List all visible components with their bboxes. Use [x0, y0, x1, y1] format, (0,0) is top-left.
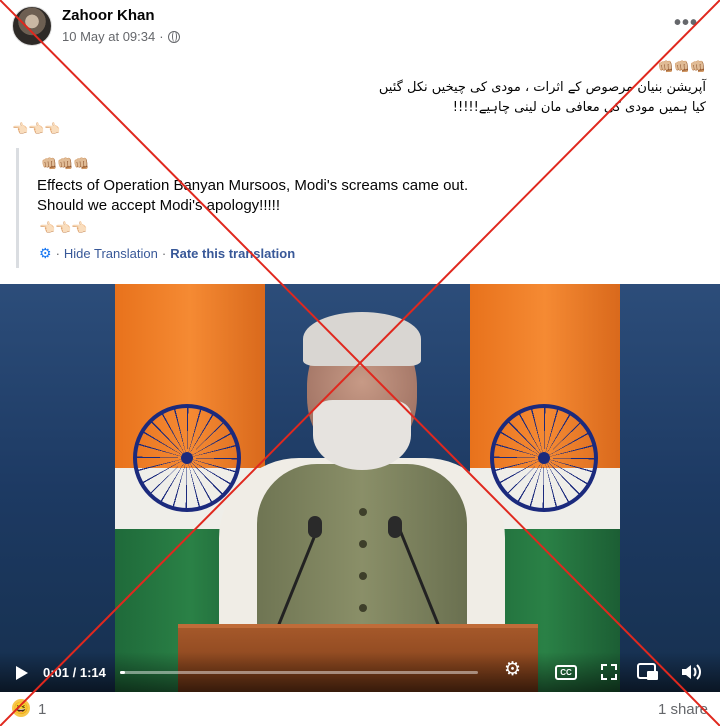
video-player[interactable]: 0:01 / 1:14 ⚙ CC [0, 284, 720, 692]
hide-translation-link[interactable]: Hide Translation [64, 246, 158, 261]
picture-in-picture-icon[interactable] [637, 662, 659, 682]
pointing-emoji-row: 👈🏻👈🏻👈🏻 [12, 121, 61, 136]
post-header: Zahoor Khan 10 May at 09:34 · ••• [0, 0, 720, 56]
link-separator-2: · [161, 246, 167, 261]
urdu-emoji: 👊🏼👊🏼👊🏼 [657, 60, 706, 75]
video-time: 0:01 / 1:14 [43, 665, 106, 680]
translation-block: 👊🏼👊🏼👊🏼 Effects of Operation Banyan Murso… [16, 148, 576, 268]
reaction-count[interactable]: 1 [38, 701, 46, 718]
duration: 1:14 [79, 665, 106, 680]
gear-icon[interactable]: ⚙ [504, 658, 521, 680]
post-meta: 10 May at 09:34 · [62, 29, 180, 44]
more-options-button[interactable]: ••• [674, 12, 698, 35]
globe-icon [167, 30, 180, 43]
timestamp[interactable]: 10 May at 09:34 [62, 29, 155, 44]
gear-icon: ⚙ [39, 245, 52, 261]
video-controls: 0:01 / 1:14 ⚙ CC [0, 652, 720, 692]
translation-links: ⚙ · Hide Translation · Rate this transla… [39, 245, 295, 262]
translation-emoji-bottom: 👈🏻👈🏻👈🏻 [39, 220, 88, 235]
translation-line-2: Should we accept Modi's apology!!!!! [37, 197, 281, 214]
meta-separator: · [159, 29, 164, 44]
post-footer: 😆 1 1 share [0, 696, 720, 726]
urdu-line-1: آپریشن بنیان مرصوص کے اثرات ، مودی کی چی… [378, 80, 706, 95]
rate-translation-link[interactable]: Rate this translation [170, 246, 295, 261]
laugh-reaction-icon[interactable]: 😆 [12, 699, 30, 717]
author-name[interactable]: Zahoor Khan [62, 7, 155, 24]
avatar[interactable] [12, 6, 52, 46]
progress-bar[interactable] [120, 671, 478, 674]
translation-line-1: Effects of Operation Banyan Mursoos, Mod… [37, 177, 469, 194]
progress-fill [120, 671, 125, 674]
play-icon[interactable] [16, 666, 28, 680]
current-time: 0:01 [43, 665, 70, 680]
link-separator: · [55, 246, 60, 261]
translation-text: Effects of Operation Banyan Mursoos, Mod… [37, 176, 557, 216]
translation-emoji-top: 👊🏼👊🏼👊🏼 [41, 156, 90, 171]
volume-icon[interactable] [680, 662, 704, 682]
expand-icon[interactable] [600, 663, 618, 681]
share-count[interactable]: 1 share [658, 701, 708, 718]
captions-button[interactable]: CC [555, 665, 577, 680]
urdu-line-2: کیا ہمیں مودی کی معافی مان لینی چاہیے!!!… [452, 100, 706, 115]
post-text-urdu: 👊🏼👊🏼👊🏼 آپریشن بنیان مرصوص کے اثرات ، مود… [106, 58, 706, 118]
